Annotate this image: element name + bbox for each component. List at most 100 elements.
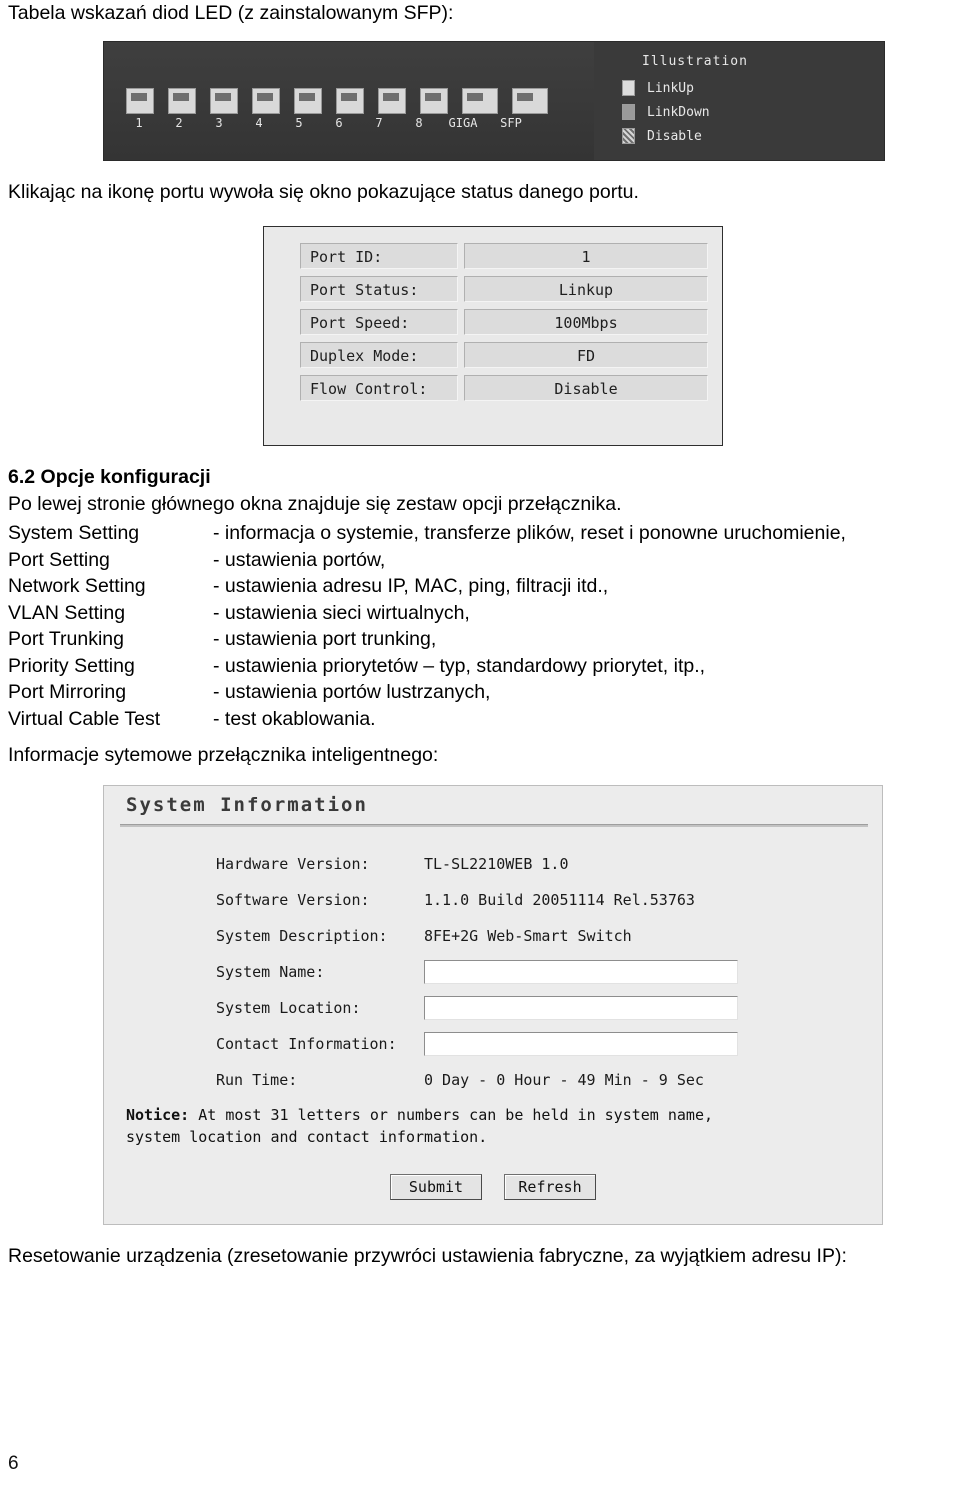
port-speed-label: Port Speed: [300,309,458,335]
system-info-row: Hardware Version: TL-SL2210WEB 1.0 [216,846,862,882]
port-status-dialog-figure: Port ID: 1 Port Status: Linkup Port Spee… [263,226,723,446]
system-information-notice: Notice: At most 31 letters or numbers ca… [126,1104,713,1148]
port-label-row: 1 2 3 4 5 6 7 8 GIGA SFP [126,116,528,130]
legend-label: LinkUp [647,80,694,96]
refresh-button[interactable]: Refresh [504,1174,596,1200]
page-number: 6 [8,1453,19,1474]
option-row: Priority Setting - ustawienia priorytetó… [8,653,846,680]
after-led-line: Klikając na ikonę portu wywoła się okno … [8,181,639,203]
legend-label: LinkDown [647,104,710,120]
option-desc: - ustawienia port trunking, [213,628,437,650]
run-time-value: 0 Day - 0 Hour - 49 Min - 9 Sec [424,1071,704,1089]
option-name: Priority Setting [8,654,135,677]
option-desc: - informacja o systemie, transferze plik… [213,522,846,544]
option-name: Virtual Cable Test [8,707,161,730]
closing-line: Resetowanie urządzenia (zresetowanie prz… [8,1245,847,1267]
linkdown-swatch-icon [622,104,635,120]
port-icon [210,88,238,114]
port-label: 3 [215,116,223,130]
port-speed-value: 100Mbps [464,309,708,335]
system-information-title: System Information [126,794,368,816]
led-indicator-figure: 1 2 3 4 5 6 7 8 GIGA SFP Illustration Li… [103,41,885,161]
option-desc: - ustawienia portów lustrzanych, [213,681,491,703]
led-panel-ports: 1 2 3 4 5 6 7 8 GIGA SFP [104,42,594,160]
option-row: Port Setting - ustawienia portów, [8,547,846,574]
intro-line: Tabela wskazań diod LED (z zainstalowany… [8,2,454,24]
contact-information-label: Contact Information: [216,1035,397,1053]
software-version-label: Software Version: [216,891,370,909]
duplex-mode-label: Duplex Mode: [300,342,458,368]
flow-control-value: Disable [464,375,708,401]
software-version-value: 1.1.0 Build 20051114 Rel.53763 [424,891,695,909]
option-name: System Setting [8,522,140,544]
legend-label: Disable [647,128,702,144]
option-desc: - ustawienia priorytetów – typ, standard… [213,654,706,677]
port-icon [168,88,196,114]
section-heading: 6.2 Opcje konfiguracji [8,466,211,488]
legend-item-disable: Disable [622,128,702,144]
system-location-label: System Location: [216,999,361,1017]
port-status-value: Linkup [464,276,708,302]
port-label: 7 [375,116,383,130]
notice-line-2: system location and contact information. [126,1128,488,1146]
port-label: 1 [135,116,143,130]
option-desc: - ustawienia portów, [213,548,386,571]
system-description-value: 8FE+2G Web-Smart Switch [424,927,632,945]
port-label: 2 [175,116,183,130]
disable-swatch-icon [622,128,635,144]
submit-button[interactable]: Submit [390,1174,482,1200]
port-dialog-row: Duplex Mode: FD [300,342,722,368]
port-icon [126,88,154,114]
option-row: Virtual Cable Test - test okablowania. [8,706,846,733]
run-time-label: Run Time: [216,1071,298,1089]
system-info-row: Contact Information: [216,1026,862,1062]
flow-control-label: Flow Control: [300,375,458,401]
configuration-options-list: System Setting - informacja o systemie, … [8,520,846,732]
option-name: Port Trunking [8,628,124,650]
system-info-row: System Description: 8FE+2G Web-Smart Swi… [216,918,862,954]
port-icon [420,88,448,114]
led-legend: Illustration LinkUp LinkDown Disable [594,42,884,160]
system-information-fields: Hardware Version: TL-SL2210WEB 1.0 Softw… [216,846,862,1098]
system-name-input[interactable] [424,960,738,984]
section-intro: Po lewej stronie głównego okna znajduje … [8,493,622,515]
port-label: 8 [415,116,423,130]
port-icon [252,88,280,114]
system-location-input[interactable] [424,996,738,1020]
option-row: System Setting - informacja o systemie, … [8,520,846,547]
system-info-intro: Informacje sytemowe przełącznika intelig… [8,744,439,766]
legend-item-linkup: LinkUp [622,80,694,96]
system-information-buttons: Submit Refresh [104,1174,882,1200]
option-row: VLAN Setting - ustawienia sieci wirtualn… [8,600,846,627]
port-icon [378,88,406,114]
option-desc: - ustawienia adresu IP, MAC, ping, filtr… [213,575,609,597]
document-page: Tabela wskazań diod LED (z zainstalowany… [0,0,960,1493]
duplex-mode-value: FD [464,342,708,368]
title-divider [120,824,868,827]
option-name: Port Mirroring [8,681,127,703]
port-id-label: Port ID: [300,243,458,269]
option-row: Port Mirroring - ustawienia portów lustr… [8,679,846,706]
legend-title: Illustration [642,54,748,69]
port-icon-sfp [512,88,548,114]
notice-prefix: Notice: [126,1106,190,1124]
port-label: 6 [335,116,343,130]
system-info-row: Software Version: 1.1.0 Build 20051114 R… [216,882,862,918]
contact-information-input[interactable] [424,1032,738,1056]
legend-item-linkdown: LinkDown [622,104,710,120]
system-information-figure: System Information Hardware Version: TL-… [103,785,883,1225]
port-dialog-row: Port ID: 1 [300,243,722,269]
hardware-version-label: Hardware Version: [216,855,370,873]
notice-line-1: At most 31 letters or numbers can be hel… [189,1106,714,1124]
system-info-row: Run Time: 0 Day - 0 Hour - 49 Min - 9 Se… [216,1062,862,1098]
port-dialog-row: Port Status: Linkup [300,276,722,302]
system-info-row: System Location: [216,990,862,1026]
option-desc: - ustawienia sieci wirtualnych, [213,601,470,624]
linkup-swatch-icon [622,80,635,96]
hardware-version-value: TL-SL2210WEB 1.0 [424,855,569,873]
option-row: Port Trunking - ustawienia port trunking… [8,626,846,653]
option-desc: - test okablowania. [213,707,376,730]
system-description-label: System Description: [216,927,388,945]
option-name: VLAN Setting [8,601,126,624]
port-icon-row [126,88,548,114]
